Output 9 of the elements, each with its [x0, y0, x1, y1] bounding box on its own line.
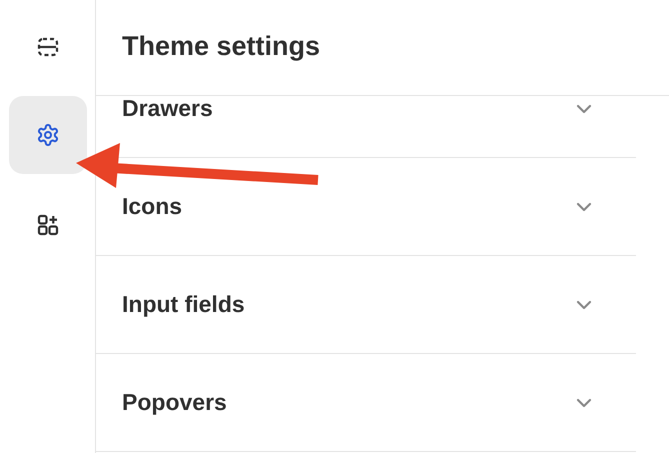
- chevron-icon: [576, 104, 592, 114]
- settings-nav-button[interactable]: [8, 96, 86, 174]
- add-apps-icon: [36, 213, 60, 237]
- chevron-icon: [576, 398, 592, 408]
- layout-icon: [36, 35, 60, 59]
- chevron-icon: [576, 202, 592, 212]
- page-title: Theme settings: [122, 31, 320, 62]
- chevron-icon: [576, 300, 592, 310]
- settings-icon: [36, 123, 60, 147]
